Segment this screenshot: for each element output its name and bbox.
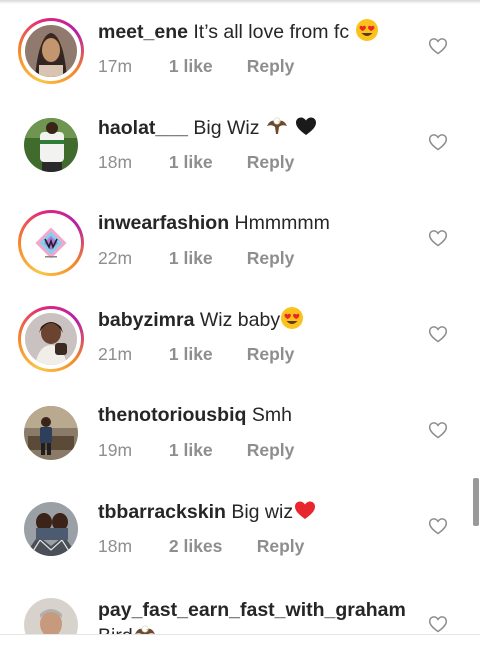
- reply-button[interactable]: Reply: [247, 152, 295, 173]
- avatar: [24, 502, 78, 556]
- heart-outline-icon[interactable]: [428, 420, 448, 440]
- avatar-wrapper[interactable]: [24, 118, 78, 172]
- comment-item: inwearfashion Hmmmmm 22m 1 like Reply: [0, 192, 480, 288]
- avatar: [25, 25, 77, 77]
- comment-meta: 17m 1 like Reply: [98, 56, 294, 77]
- comment-username[interactable]: tbbarrackskin: [98, 501, 226, 523]
- avatar-wrapper[interactable]: [24, 598, 78, 634]
- comment-meta: 18m 2 likes Reply: [98, 536, 304, 557]
- bottom-input-bar: [0, 634, 480, 650]
- likes-count[interactable]: 1 like: [169, 344, 242, 365]
- heart-outline-icon[interactable]: [428, 132, 448, 152]
- comment-text: tbbarrackskin Big wiz: [98, 498, 317, 525]
- comment-meta: 19m 1 like Reply: [98, 440, 294, 461]
- heart-outline-icon[interactable]: [428, 324, 448, 344]
- comment-body: Hmmmmm: [234, 212, 330, 234]
- comment-time: 18m: [98, 536, 133, 556]
- comment-body: Bird: [98, 625, 133, 634]
- comment-time: 21m: [98, 344, 133, 364]
- comment-username[interactable]: pay_fast_earn_fast_with_graham: [98, 599, 406, 621]
- heart-eyes-emoji-icon: [355, 19, 378, 41]
- avatar: [24, 118, 78, 172]
- comment-username[interactable]: thenotoriousbiq: [98, 404, 246, 426]
- scrollbar-thumb[interactable]: [473, 478, 479, 526]
- comment-item: thenotoriousbiq Smh 19m 1 like Reply: [0, 384, 480, 480]
- comment-body: Smh: [251, 404, 292, 426]
- reply-button[interactable]: Reply: [247, 248, 295, 269]
- avatar-story-ring[interactable]: [18, 306, 84, 372]
- black-heart-emoji-icon: [296, 117, 317, 135]
- comment-item: meet_ene It’s all love from fc 17m 1 lik…: [0, 0, 480, 96]
- reply-button[interactable]: Reply: [247, 56, 295, 77]
- comment-item: babyzimra Wiz baby 21m 1 like Reply: [0, 288, 480, 384]
- avatar: [24, 406, 78, 460]
- comment-body: It’s all love from fc: [193, 21, 350, 43]
- likes-count[interactable]: 1 like: [169, 56, 242, 77]
- avatar-story-ring[interactable]: [18, 18, 84, 84]
- comment-time: 19m: [98, 440, 133, 460]
- avatar: [25, 313, 77, 365]
- heart-outline-icon[interactable]: [428, 516, 448, 536]
- avatar: [25, 217, 77, 269]
- comment-text: thenotoriousbiq Smh: [98, 402, 292, 428]
- reply-button[interactable]: Reply: [257, 536, 305, 557]
- comment-time: 22m: [98, 248, 133, 268]
- avatar-wrapper[interactable]: [24, 502, 78, 556]
- heart-outline-icon[interactable]: [428, 36, 448, 56]
- comment-meta: 18m 1 like Reply: [98, 152, 294, 173]
- comment-meta: 21m 1 like Reply: [98, 344, 294, 365]
- comment-text: inwearfashion Hmmmmm: [98, 210, 330, 236]
- eagle-emoji-icon: [134, 625, 155, 634]
- likes-count[interactable]: 2 likes: [169, 536, 252, 557]
- eagle-emoji-icon: [266, 117, 287, 134]
- heart-outline-icon[interactable]: [428, 228, 448, 248]
- reply-button[interactable]: Reply: [247, 440, 295, 461]
- comment-body: Wiz baby: [199, 309, 281, 331]
- comment-time: 17m: [98, 56, 133, 76]
- heart-outline-icon[interactable]: [428, 614, 448, 634]
- likes-count[interactable]: 1 like: [169, 440, 242, 461]
- avatar-story-ring[interactable]: [18, 210, 84, 276]
- comment-meta: 22m 1 like Reply: [98, 248, 294, 269]
- red-heart-emoji-icon: [295, 501, 316, 519]
- comment-text: pay_fast_earn_fast_with_graham Bird: [98, 598, 418, 634]
- likes-count[interactable]: 1 like: [169, 152, 242, 173]
- comment-item: tbbarrackskin Big wiz 18m 2 likes Reply: [0, 480, 480, 576]
- comment-username[interactable]: inwearfashion: [98, 212, 229, 234]
- comment-username[interactable]: haolat___: [98, 117, 188, 139]
- heart-eyes-emoji-icon: [281, 307, 304, 329]
- comment-item: haolat___ Big Wiz 18m 1 like Reply: [0, 96, 480, 192]
- comment-text: babyzimra Wiz baby: [98, 306, 304, 333]
- comment-text: meet_ene It’s all love from fc: [98, 18, 379, 45]
- reply-button[interactable]: Reply: [247, 344, 295, 365]
- likes-count[interactable]: 1 like: [169, 248, 242, 269]
- avatar-wrapper[interactable]: [24, 406, 78, 460]
- comment-text: haolat___ Big Wiz: [98, 114, 318, 141]
- comment-username[interactable]: babyzimra: [98, 309, 194, 331]
- comment-time: 18m: [98, 152, 133, 172]
- avatar: [24, 598, 78, 634]
- comment-item: pay_fast_earn_fast_with_graham Bird: [0, 576, 480, 634]
- comment-body: Big wiz: [231, 501, 294, 523]
- comment-username[interactable]: meet_ene: [98, 21, 188, 43]
- comment-body: Big Wiz: [193, 117, 260, 139]
